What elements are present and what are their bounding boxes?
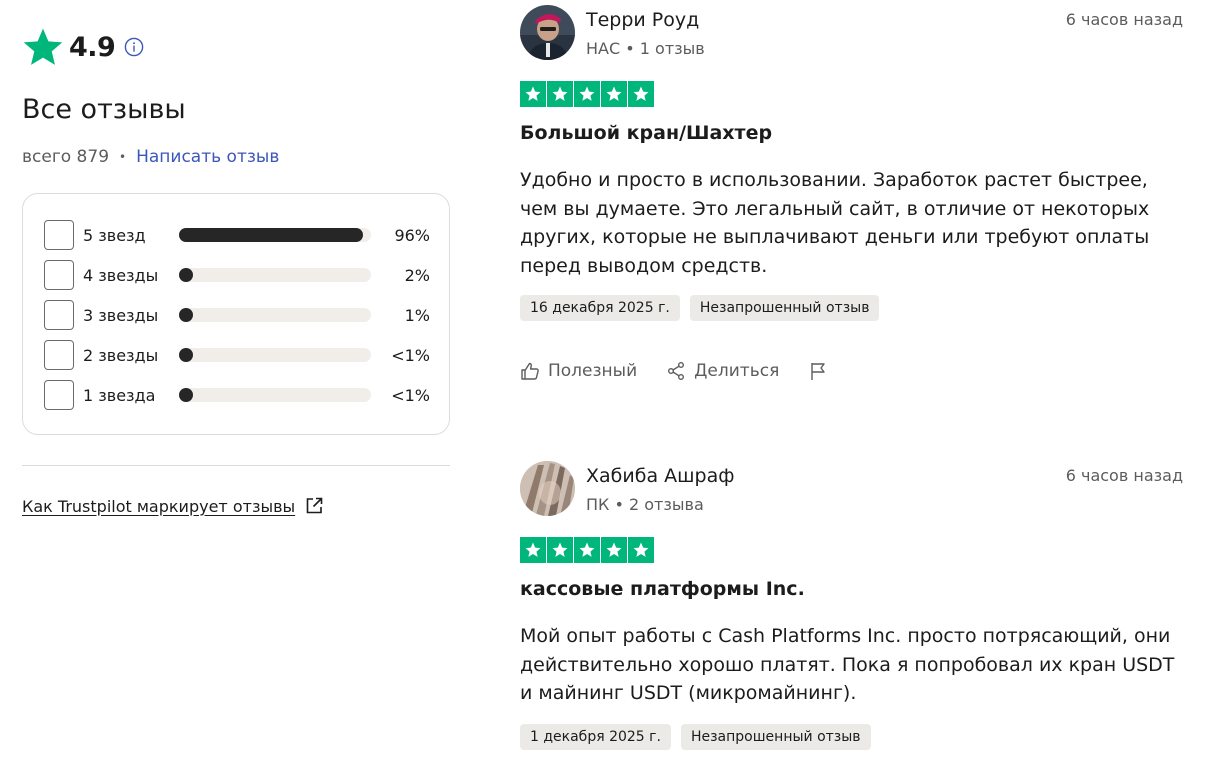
rating-percent: <1% [391, 345, 430, 365]
unprompted-badge[interactable]: Незапрошенный отзыв [689, 295, 880, 321]
reviewer-name[interactable]: Терри Роуд [586, 9, 699, 31]
rating-bar-fill [179, 308, 193, 322]
review-tags: 1 декабря 2025 г. Незапрошенный отзыв [520, 724, 871, 750]
review-date: 16 декабря 2025 г. [520, 295, 680, 321]
rating-filter-2[interactable]: 2 звезды <1% [44, 340, 430, 370]
rating-filter-1[interactable]: 1 звезда <1% [44, 380, 430, 410]
rating-bar [179, 348, 371, 362]
star-icon [601, 537, 627, 563]
rating-distribution: 5 звезд 96% 4 звезды 2% 3 звезды 1% 2 зв… [22, 193, 450, 435]
star-rating [520, 537, 654, 563]
star-rating [520, 81, 654, 107]
rating-bar-fill [179, 348, 193, 362]
report-button[interactable] [808, 361, 836, 381]
external-link-icon [306, 497, 323, 514]
star-icon [547, 537, 573, 563]
review-title[interactable]: Большой кран/Шахтер [520, 122, 772, 144]
how-link-label: Как Trustpilot маркирует отзывы [22, 496, 296, 516]
share-label: Делиться [694, 361, 780, 381]
checkbox[interactable] [44, 220, 74, 250]
rating-percent: 96% [394, 225, 430, 245]
share-button[interactable]: Делиться [666, 361, 779, 381]
rating-filter-5[interactable]: 5 звезд 96% [44, 220, 430, 250]
star-icon [574, 81, 600, 107]
rating-percent: 2% [404, 265, 430, 285]
divider [22, 465, 450, 466]
flag-icon [811, 363, 825, 380]
review-count-row: всего 879 • Написать отзыв [22, 147, 279, 167]
useful-label: Полезный [548, 361, 638, 381]
review-tags: 16 декабря 2025 г. Незапрошенный отзыв [520, 295, 880, 321]
reviewer-meta: НАС • 1 отзыв [586, 39, 705, 58]
rating-percent: <1% [391, 385, 430, 405]
rating-score-row: 4.9 [22, 26, 144, 68]
rating-bar-fill [179, 388, 193, 402]
share-icon [668, 362, 685, 380]
thumbs-up-icon [521, 362, 539, 380]
reviewer-name[interactable]: Хабиба Ашраф [586, 465, 734, 487]
rating-score: 4.9 [69, 31, 116, 63]
star-icon [628, 537, 654, 563]
review-text: Удобно и просто в использовании. Заработ… [520, 169, 1150, 277]
rating-bar [179, 268, 371, 282]
rating-percent: 1% [404, 305, 430, 325]
checkbox[interactable] [44, 260, 74, 290]
avatar[interactable] [520, 5, 575, 60]
rating-bar-fill [179, 228, 364, 242]
unprompted-badge[interactable]: Незапрошенный отзыв [680, 724, 871, 750]
star-icon [23, 28, 63, 65]
page-title: Все отзывы [22, 94, 186, 125]
star-icon [628, 81, 654, 107]
review-time: 6 часов назад [1065, 10, 1183, 29]
rating-filter-3[interactable]: 3 звезды 1% [44, 300, 430, 330]
review-title[interactable]: кассовые платформы Inc. [520, 578, 805, 600]
review-date: 1 декабря 2025 г. [520, 724, 671, 750]
star-icon [574, 537, 600, 563]
rating-bar [179, 308, 371, 322]
star-icon [520, 537, 546, 563]
rating-filter-label: 5 звезд [83, 225, 146, 245]
star-icon [601, 81, 627, 107]
info-icon[interactable] [124, 37, 144, 57]
avatar[interactable] [520, 461, 575, 516]
review-time: 6 часов назад [1065, 466, 1183, 485]
reviewer-meta: ПК • 2 отзыва [586, 495, 704, 514]
rating-filter-label: 2 звезды [83, 345, 159, 365]
checkbox[interactable] [44, 380, 74, 410]
star-icon [547, 81, 573, 107]
useful-button[interactable]: Полезный [520, 361, 637, 381]
rating-bar-fill [179, 268, 193, 282]
star-icon [520, 81, 546, 107]
rating-filter-label: 4 звезды [83, 265, 159, 285]
separator-dot: • [119, 150, 127, 164]
review-count: всего 879 [22, 147, 110, 167]
review-card: Хабиба Ашраф ПК • 2 отзыва 6 часов назад… [520, 461, 1183, 761]
review-actions: Полезный Делиться [520, 361, 836, 381]
checkbox[interactable] [44, 340, 74, 370]
checkbox[interactable] [44, 300, 74, 330]
write-review-link[interactable]: Написать отзыв [136, 147, 279, 167]
how-trustpilot-labels-link[interactable]: Как Trustpilot маркирует отзывы [22, 496, 324, 516]
rating-bar [179, 388, 371, 402]
rating-filter-label: 1 звезда [83, 385, 156, 405]
rating-filter-label: 3 звезды [83, 305, 159, 325]
rating-filter-4[interactable]: 4 звезды 2% [44, 260, 430, 290]
rating-bar [179, 228, 371, 242]
review-text: Мой опыт работы с Cash Platforms Inc. пр… [520, 625, 1175, 704]
review-card: Терри Роуд НАС • 1 отзыв 6 часов назад Б… [520, 5, 1183, 395]
